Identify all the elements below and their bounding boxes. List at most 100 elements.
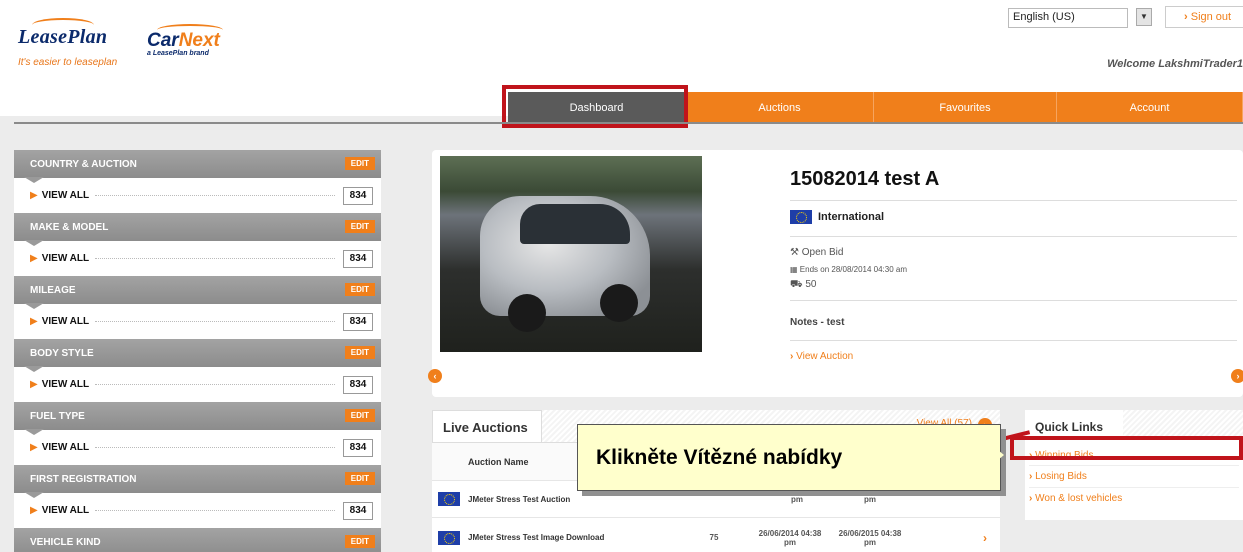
edit-button[interactable]: EDIT: [344, 283, 375, 296]
filter-row-body-style[interactable]: ▶ VIEW ALL 834: [14, 366, 381, 402]
dotted-leader: [95, 447, 335, 448]
auction-notes: Notes - test: [790, 317, 845, 328]
edit-button[interactable]: EDIT: [344, 535, 375, 548]
caret-right-icon: ▶: [30, 379, 38, 390]
quick-link-label: Losing Bids: [1035, 471, 1087, 482]
region-label: International: [818, 211, 885, 223]
edit-button[interactable]: EDIT: [344, 472, 375, 485]
edit-button[interactable]: EDIT: [344, 346, 375, 359]
chevron-right-icon: ›: [1184, 11, 1188, 23]
filter-row-fuel-type[interactable]: ▶ VIEW ALL 834: [14, 429, 381, 465]
filter-title: BODY STYLE: [30, 347, 94, 359]
carousel-next-icon[interactable]: ›: [1231, 369, 1243, 383]
edit-button[interactable]: EDIT: [344, 220, 375, 233]
edit-button[interactable]: EDIT: [344, 409, 375, 422]
gavel-icon: ⚒: [790, 247, 799, 258]
filter-title: FIRST REGISTRATION: [30, 473, 137, 485]
nav-auctions[interactable]: Auctions: [686, 92, 874, 124]
filter-header-body-style: BODY STYLE EDIT: [14, 339, 381, 367]
dotted-leader: [95, 384, 335, 385]
carnext-tagline: a LeasePlan brand: [147, 50, 209, 57]
end-time: pm: [864, 537, 876, 547]
filter-title: FUEL TYPE: [30, 410, 85, 422]
chevron-right-icon[interactable]: ›: [977, 518, 993, 552]
filter-row-make-model[interactable]: ▶ VIEW ALL 834: [14, 240, 381, 276]
view-all-link[interactable]: VIEW ALL: [42, 442, 89, 453]
quick-link-won-lost-vehicles[interactable]: › Won & lost vehicles: [1029, 493, 1122, 504]
filter-row-country[interactable]: ▶ VIEW ALL 834: [14, 177, 381, 213]
leaseplan-tagline: It's easier to leaseplan: [18, 57, 118, 68]
winning-bids-highlight-box: [1010, 436, 1243, 460]
chevron-right-icon: ›: [1029, 471, 1033, 482]
view-all-link[interactable]: VIEW ALL: [42, 253, 89, 264]
callout-pointer: [992, 445, 1004, 465]
language-dropdown-button[interactable]: ▼: [1136, 8, 1152, 26]
filter-header-make-model: MAKE & MODEL EDIT: [14, 213, 381, 241]
chevron-right-icon: ›: [1029, 493, 1033, 504]
count-badge: 834: [343, 438, 373, 457]
leaseplan-swoosh-icon: [32, 18, 94, 32]
dotted-leader: [95, 510, 335, 511]
carousel-prev-icon[interactable]: ‹: [428, 369, 442, 383]
count-badge: 834: [343, 186, 373, 205]
leaseplan-logo[interactable]: LeasePlan It's easier to leaseplan: [18, 18, 118, 68]
caret-right-icon: ▶: [30, 190, 38, 201]
filter-sidebar: COUNTRY & AUCTION EDIT ▶ VIEW ALL 834 MAKE …: [14, 150, 381, 552]
view-auction-link[interactable]: › View Auction: [790, 351, 853, 362]
auction-name[interactable]: JMeter Stress Test Auction: [468, 481, 570, 517]
filter-header-first-registration: FIRST REGISTRATION EDIT: [14, 465, 381, 493]
eu-flag-icon: [790, 210, 812, 224]
filter-row-mileage[interactable]: ▶ VIEW ALL 834: [14, 303, 381, 339]
language-select[interactable]: English (US): [1008, 8, 1128, 28]
end-date: ▦ Ends on 28/08/2014 04:30 am: [790, 265, 907, 274]
sign-out-button[interactable]: › Sign out: [1165, 6, 1243, 28]
auction-name[interactable]: JMeter Stress Test Image Download: [468, 518, 604, 552]
carnext-logo[interactable]: CarNext a LeasePlan brand: [147, 24, 223, 57]
dotted-leader: [95, 195, 335, 196]
car-icon: ⛟: [790, 279, 803, 290]
auction-region: International: [790, 210, 884, 224]
view-auction-label: View Auction: [796, 351, 854, 362]
end-datetime: 26/06/2015 04:38 pm: [830, 518, 910, 552]
start-date: 26/06/2014 04:38: [758, 528, 822, 538]
view-all-link[interactable]: VIEW ALL: [42, 505, 89, 516]
filter-header-vehicle-kind: VEHICLE KIND EDIT: [14, 528, 381, 552]
vehicle-count: 75: [709, 533, 719, 542]
end-date-label: Ends on 28/08/2014 04:30 am: [799, 265, 907, 274]
count-badge: 834: [343, 501, 373, 520]
nav-favourites[interactable]: Favourites: [874, 92, 1057, 124]
wheel-shape: [600, 284, 638, 322]
view-all-link[interactable]: VIEW ALL: [42, 379, 89, 390]
nav-account[interactable]: Account: [1057, 92, 1243, 124]
count-badge: 834: [343, 249, 373, 268]
filter-header-country: COUNTRY & AUCTION EDIT: [14, 150, 381, 178]
filter-row-first-registration[interactable]: ▶ VIEW ALL 834: [14, 492, 381, 528]
view-all-link[interactable]: VIEW ALL: [42, 316, 89, 327]
chevron-down-icon: ▼: [1140, 12, 1148, 21]
end-date: 26/06/2015 04:38: [838, 528, 902, 538]
instruction-callout: Klikněte Vítězné nabídky: [577, 424, 1001, 491]
caret-right-icon: ▶: [30, 253, 38, 264]
vehicle-count-label: 50: [805, 279, 817, 290]
filter-title: VEHICLE KIND: [30, 536, 101, 548]
welcome-text: Welcome LakshmiTrader1: [1107, 58, 1243, 70]
header-divider: [14, 122, 1243, 124]
caret-right-icon: ▶: [30, 442, 38, 453]
dotted-leader: [95, 321, 335, 322]
filter-header-fuel-type: FUEL TYPE EDIT: [14, 402, 381, 430]
count-badge: 834: [343, 312, 373, 331]
eu-flag-icon: [438, 518, 460, 552]
divider: [790, 300, 1237, 301]
start-time: pm: [784, 537, 796, 547]
edit-button[interactable]: EDIT: [344, 157, 375, 170]
chevron-right-icon: ›: [790, 351, 794, 362]
view-all-link[interactable]: VIEW ALL: [42, 190, 89, 201]
bid-type-label: Open Bid: [801, 247, 844, 258]
column-header-auction-name: Auction Name: [468, 456, 529, 467]
car-photo[interactable]: [440, 156, 702, 352]
featured-auction-card: 15082014 test A International ⚒ Open Bid…: [428, 150, 1243, 397]
filter-title: COUNTRY & AUCTION: [30, 158, 137, 170]
quick-link-losing-bids[interactable]: › Losing Bids: [1029, 471, 1087, 482]
filter-title: MAKE & MODEL: [30, 221, 109, 233]
table-row[interactable]: JMeter Stress Test Image Download 75 26/…: [432, 518, 1000, 552]
